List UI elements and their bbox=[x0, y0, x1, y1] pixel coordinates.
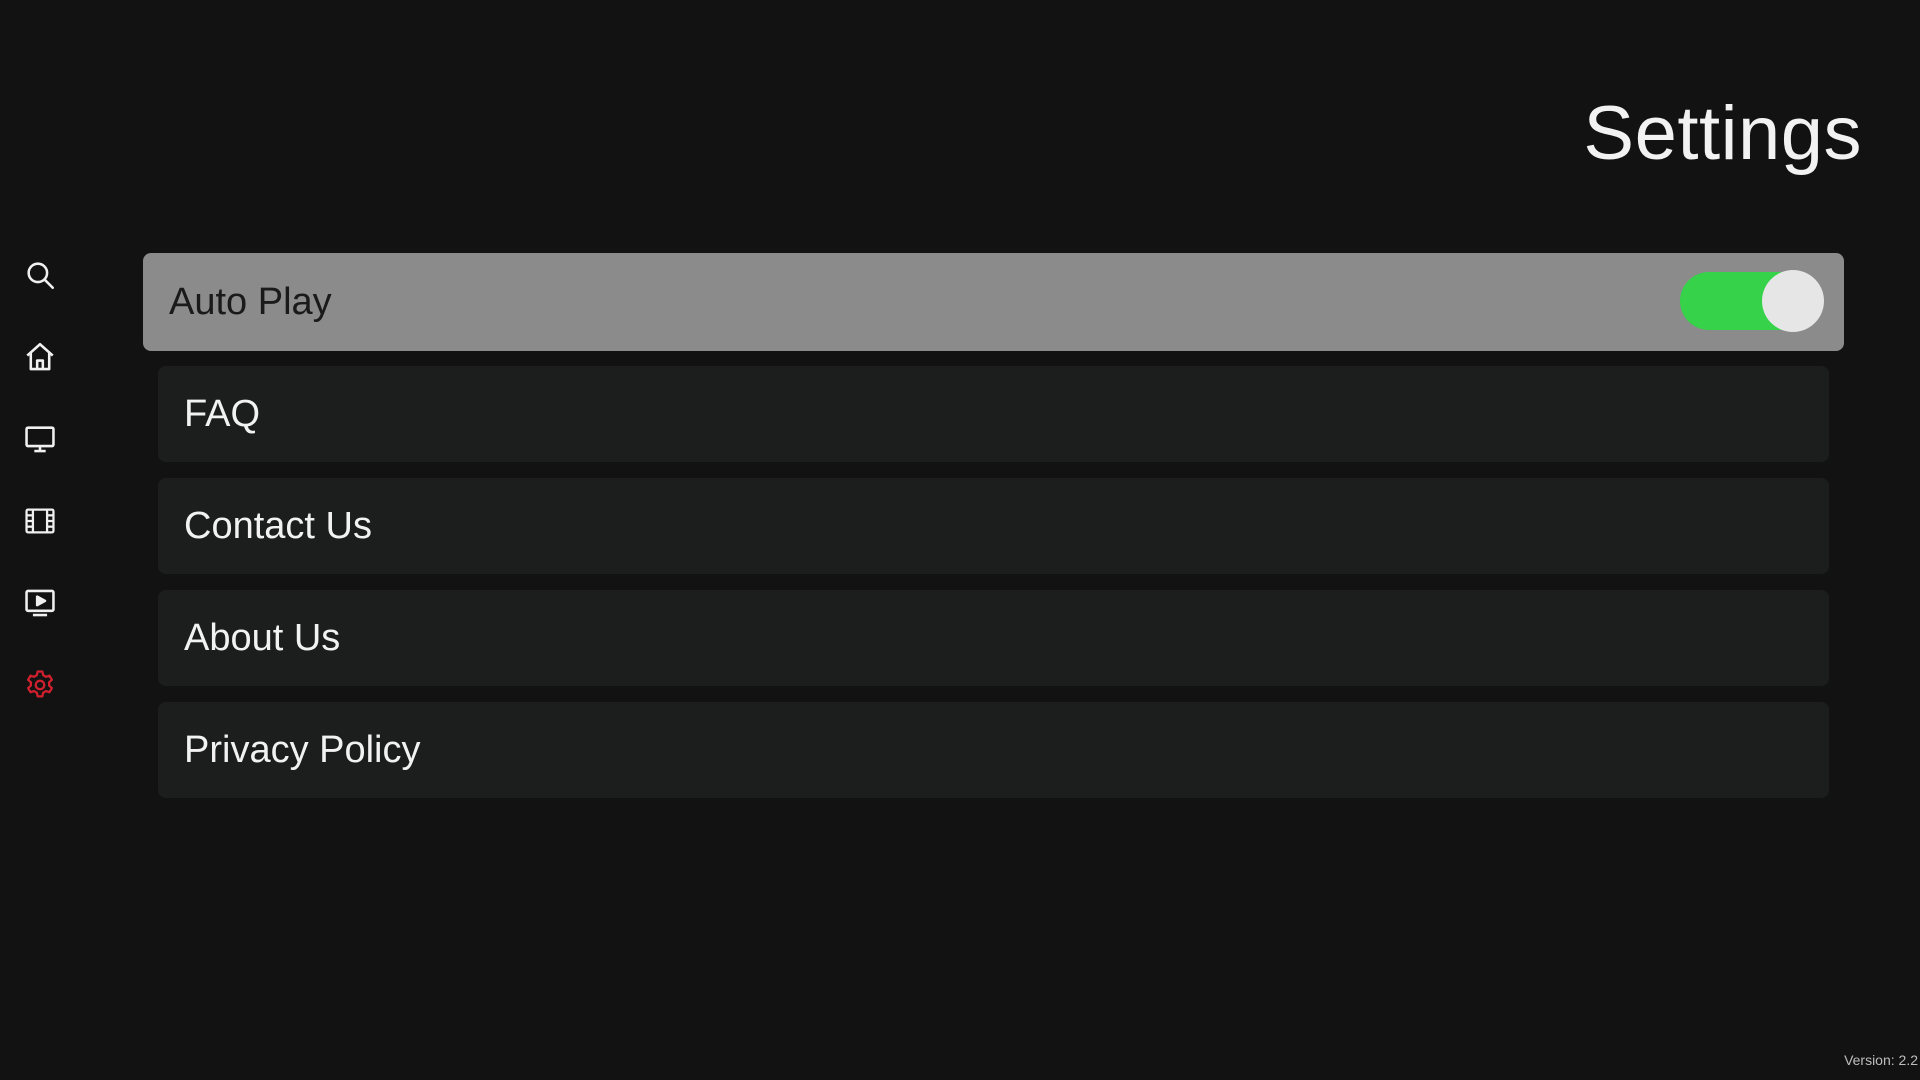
sidebar-item-home[interactable] bbox=[22, 339, 58, 375]
settings-page: Settings Auto Play FAQ Contact Us About … bbox=[0, 0, 1920, 1080]
about-us-row[interactable]: About Us bbox=[158, 590, 1829, 686]
privacy-policy-label: Privacy Policy bbox=[184, 728, 421, 771]
privacy-policy-row[interactable]: Privacy Policy bbox=[158, 702, 1829, 798]
about-us-label: About Us bbox=[184, 616, 341, 659]
sidebar-item-tv[interactable] bbox=[22, 421, 58, 457]
version-label: Version: 2.2 bbox=[1844, 1052, 1918, 1068]
film-icon bbox=[25, 508, 55, 534]
contact-us-row[interactable]: Contact Us bbox=[158, 478, 1829, 574]
auto-play-row[interactable]: Auto Play bbox=[143, 253, 1844, 351]
sidebar-item-search[interactable] bbox=[22, 257, 58, 293]
tv-icon bbox=[25, 426, 55, 453]
auto-play-label: Auto Play bbox=[169, 280, 332, 323]
contact-us-label: Contact Us bbox=[184, 504, 372, 547]
search-icon bbox=[27, 262, 55, 290]
faq-label: FAQ bbox=[184, 392, 261, 435]
page-title: Settings bbox=[1583, 91, 1862, 176]
sidebar-item-settings[interactable] bbox=[22, 667, 58, 703]
faq-row[interactable]: FAQ bbox=[158, 366, 1829, 462]
auto-play-toggle[interactable] bbox=[1680, 270, 1824, 332]
play-screen-icon bbox=[25, 589, 55, 617]
gear-icon bbox=[26, 670, 54, 698]
home-icon bbox=[26, 342, 54, 371]
sidebar-item-videos[interactable] bbox=[22, 585, 58, 621]
sidebar-item-movies[interactable] bbox=[22, 503, 58, 539]
toggle-knob bbox=[1762, 270, 1824, 332]
